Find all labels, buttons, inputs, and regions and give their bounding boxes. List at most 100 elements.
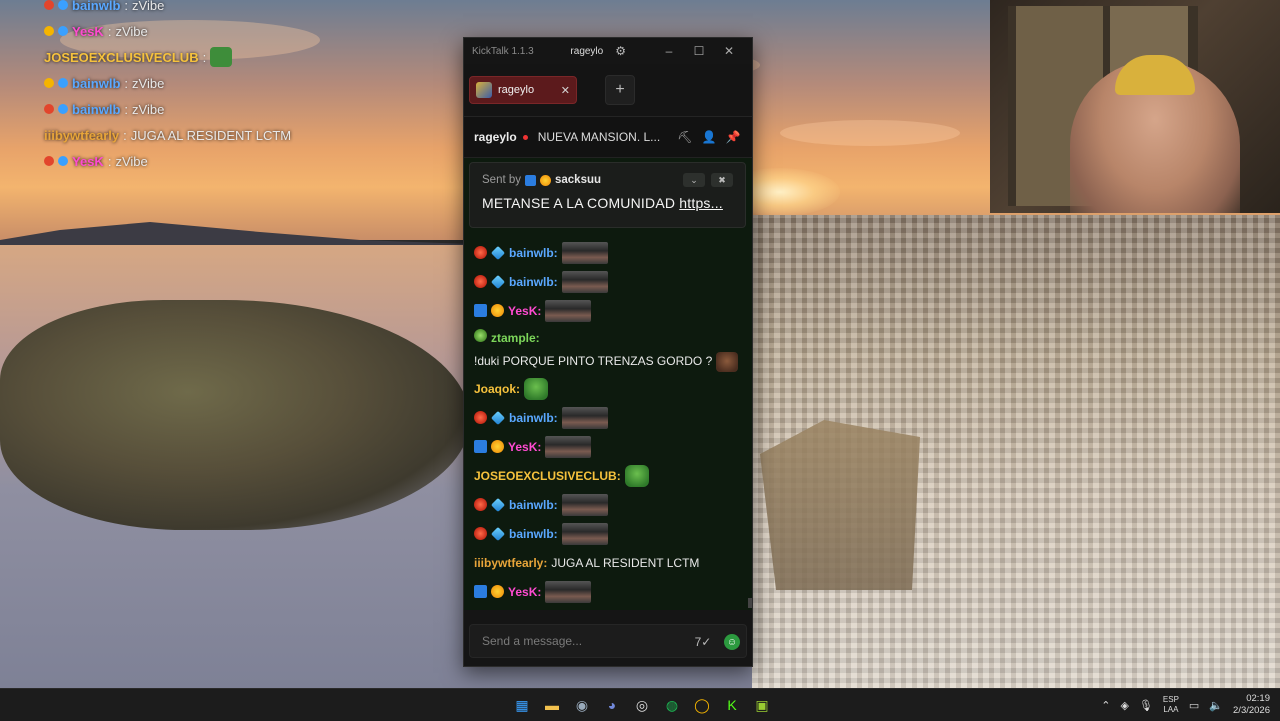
pinned-message-text: METANSE A LA COMUNIDAD [482, 195, 680, 211]
overlay-separator: : [124, 75, 129, 91]
overlay-message: zVibe [115, 23, 148, 39]
kick-emote-icon[interactable]: ☺ [724, 634, 740, 650]
fortress-wall [760, 420, 920, 590]
kicktalk-icon[interactable]: K [720, 693, 744, 717]
pick-badge-icon [474, 440, 487, 453]
tab-rageylo[interactable]: rageylo ✕ [469, 76, 577, 104]
settings-gear-icon[interactable]: ⚙ [615, 44, 626, 58]
overlay-separator: : [124, 101, 129, 117]
add-tab-button[interactable]: + [605, 75, 635, 105]
chat-message: bainwlb: [464, 403, 752, 432]
scrollbar[interactable] [748, 598, 752, 608]
overlay-chat-line: JOSEOEXCLUSIVECLUB: [44, 44, 444, 70]
emote-emote-icon [561, 522, 608, 545]
chat-text: JUGA AL RESIDENT LCTM [551, 555, 700, 570]
app-title: KickTalk 1.1.3 [472, 45, 534, 57]
title-bar: KickTalk 1.1.3 rageylo ⚙ – ☐ ✕ [464, 38, 752, 64]
chat-username[interactable]: bainwlb: [509, 498, 558, 512]
lang-bottom: LAA [1163, 705, 1179, 714]
cloud [780, 120, 960, 146]
chat-username[interactable]: YesK: [508, 585, 541, 599]
chevron-up-icon[interactable]: ⌃ [1101, 699, 1110, 712]
pinned-link[interactable]: https... [679, 195, 723, 211]
overlay-username: JOSEOEXCLUSIVECLUB [44, 49, 199, 65]
emote-emote-icon [545, 580, 592, 603]
chat-message: ztample: !duki PORQUE PINTO TRENZAS GORDO… [464, 325, 752, 374]
sent-by-label: Sent by [482, 174, 521, 186]
overlay-message: zVibe [115, 153, 148, 169]
shield-icon[interactable]: ◈ [1120, 699, 1128, 712]
face-emote-icon [716, 352, 739, 372]
chat-username[interactable]: YesK: [508, 304, 541, 318]
close-icon[interactable]: ✕ [714, 44, 744, 58]
chat-input[interactable]: Send a message... 7✓ ☺ [469, 624, 747, 658]
speaker-icon[interactable]: 🔈 [1209, 699, 1223, 712]
chat-message: bainwlb: [464, 519, 752, 548]
steam-icon[interactable]: ◉ [570, 693, 594, 717]
network-icon[interactable]: ▭ [1189, 699, 1199, 712]
green-emote-icon [524, 377, 549, 400]
pinned-sender[interactable]: sacksuu [555, 174, 601, 186]
chat-username[interactable]: bainwlb: [509, 527, 558, 541]
chat-username[interactable]: YesK: [508, 440, 541, 454]
taskbar-apps: ▦ ▬ ◉ ◕ ◎ ◍ ◯ K ▣ [510, 693, 774, 717]
chat-username[interactable]: bainwlb: [509, 275, 558, 289]
microphone-icon[interactable]: 🎙 [1139, 699, 1153, 712]
pickaxe-icon[interactable]: ⛏ [676, 130, 694, 144]
red-badge-icon [474, 246, 487, 259]
language-indicator[interactable]: ESP LAA [1163, 695, 1179, 715]
tab-close-icon[interactable]: ✕ [561, 84, 570, 97]
chat-message: YesK: [464, 577, 752, 606]
chat-username[interactable]: bainwlb: [509, 246, 558, 260]
account-button[interactable]: rageylo [570, 46, 603, 57]
user-icon[interactable]: 👤 [700, 130, 718, 144]
spotify-icon[interactable]: ◍ [660, 693, 684, 717]
pick-badge-icon [474, 585, 487, 598]
minimize-icon[interactable]: – [654, 44, 684, 58]
file-explorer-icon[interactable]: ▬ [540, 693, 564, 717]
pickaxe-badge-icon [525, 174, 536, 186]
green-emote-icon [624, 464, 649, 487]
clock[interactable]: 02:19 2/3/2026 [1233, 693, 1270, 717]
tab-bar: rageylo ✕ + [464, 64, 752, 117]
kicktalk-emote-icon[interactable]: 7✓ [692, 631, 714, 653]
red-badge-icon [474, 498, 487, 511]
chat-message: JOSEOEXCLUSIVECLUB: [464, 461, 752, 490]
blue-badge-icon [490, 497, 506, 512]
streamer-name[interactable]: rageylo [474, 130, 517, 144]
overlay-username: bainwlb [72, 75, 121, 91]
game-app-icon[interactable]: ▣ [750, 693, 774, 717]
chat-username[interactable]: JOSEOEXCLUSIVECLUB: [474, 469, 621, 483]
chat-message: YesK: [464, 296, 752, 325]
red-badge-icon [474, 527, 487, 540]
overlay-chat-line: YesK: zVibe [44, 148, 444, 174]
stream-overlay-chat: bainwlb: zVibe YesK: zVibe JOSEOEXCLUSIVECLU… [44, 0, 444, 174]
sun-badge-icon [491, 304, 504, 317]
chat-input-placeholder: Send a message... [482, 634, 583, 648]
chat-username[interactable]: ztample: [491, 329, 540, 348]
stream-info-bar: rageylo NUEVA MANSION. L... ⛏ 👤 📌 [464, 117, 752, 158]
emote-emote-icon [545, 299, 592, 322]
chat-username[interactable]: Joaqok: [474, 382, 520, 396]
chat-message: bainwlb: [464, 490, 752, 519]
chat-username[interactable]: iiibywtfearly: [474, 556, 547, 570]
discord-icon[interactable]: ◕ [600, 693, 624, 717]
pin-icon[interactable]: 📌 [724, 130, 742, 144]
emote-emote-icon [561, 241, 608, 264]
chrome-icon[interactable]: ◯ [690, 693, 714, 717]
unpin-icon[interactable]: ✖ [711, 173, 733, 187]
obs-icon[interactable]: ◎ [630, 693, 654, 717]
pinned-header: Sent by sacksuu ⌄ ✖ [482, 173, 733, 187]
chat-username[interactable]: bainwlb: [509, 411, 558, 425]
webcam-feed [990, 0, 1280, 213]
system-tray: ⌃ ◈ 🎙 ESP LAA ▭ 🔈 02:19 2/3/2026 [1101, 693, 1270, 717]
blue-badge-icon [490, 410, 506, 425]
overlay-message: zVibe [132, 75, 165, 91]
chat-area[interactable]: Sent by sacksuu ⌄ ✖ METANSE A LA COMUNID… [464, 158, 752, 610]
windows-start-icon[interactable]: ▦ [510, 693, 534, 717]
badge-icon [58, 104, 68, 114]
chevron-down-icon[interactable]: ⌄ [683, 173, 705, 187]
overlay-username: iiibywtfearly [44, 127, 120, 143]
maximize-icon[interactable]: ☐ [684, 44, 714, 58]
overlay-chat-line: bainwlb: zVibe [44, 96, 444, 122]
